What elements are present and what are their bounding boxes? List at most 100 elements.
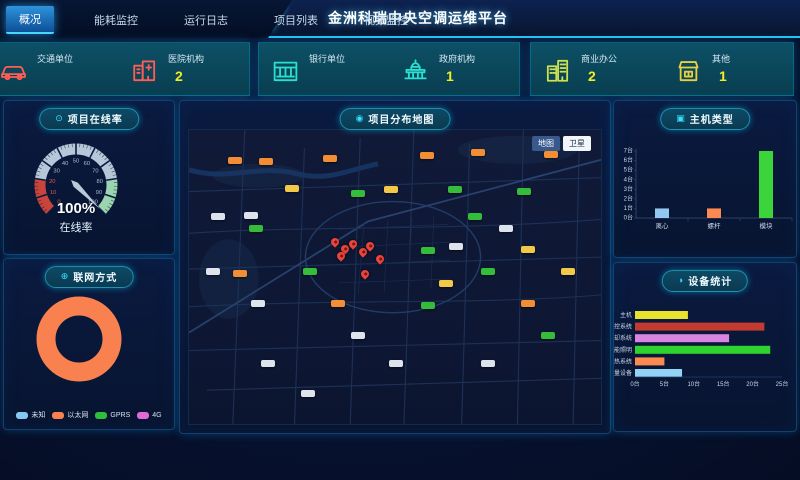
bar-智能照明: [635, 346, 770, 354]
map-marker[interactable]: [468, 213, 482, 220]
legend-label: 4G: [152, 412, 161, 419]
stat-value: 1: [712, 68, 730, 84]
tab-video-monitor[interactable]: 视频监控: [358, 7, 414, 33]
map-marker[interactable]: [521, 300, 535, 307]
map-marker[interactable]: [439, 280, 453, 287]
panel-header: ▣ 主机类型: [660, 108, 750, 130]
map-marker[interactable]: [544, 151, 558, 158]
map-marker[interactable]: [421, 247, 435, 254]
legend-item[interactable]: 未知: [16, 410, 45, 420]
stat-value: 2: [168, 68, 204, 84]
svg-text:冷却系统: 冷却系统: [614, 334, 632, 342]
nav-tabs: 概况 能耗监控 运行日志 项目列表 视频监控: [6, 6, 414, 34]
map-canvas[interactable]: 地图卫星: [188, 129, 602, 425]
map-marker[interactable]: [303, 268, 317, 275]
map-mode-button[interactable]: 地图: [532, 136, 560, 151]
map-marker[interactable]: [211, 213, 225, 220]
map-marker[interactable]: [517, 188, 531, 195]
svg-text:70: 70: [92, 168, 98, 174]
map-icon: ◉: [356, 114, 364, 123]
stat-value: 1: [439, 68, 475, 84]
map-marker[interactable]: [244, 212, 258, 219]
map-marker[interactable]: [233, 270, 247, 277]
map-marker[interactable]: [323, 155, 337, 162]
map-marker[interactable]: [448, 186, 462, 193]
svg-text:2台: 2台: [624, 194, 633, 202]
map-marker[interactable]: [561, 268, 575, 275]
bar-模块: [759, 151, 773, 218]
stat-item: 政府机构1: [389, 43, 519, 95]
map-marker[interactable]: [499, 225, 513, 232]
map-marker[interactable]: [301, 390, 315, 397]
svg-text:模块: 模块: [760, 221, 774, 230]
map-marker[interactable]: [471, 149, 485, 156]
map-marker[interactable]: [420, 152, 434, 159]
map-marker[interactable]: [521, 246, 535, 253]
stat-item: 交通单位: [0, 43, 118, 95]
map-marker[interactable]: [449, 243, 463, 250]
svg-text:6台: 6台: [624, 156, 633, 164]
panel-title: 联网方式: [73, 269, 117, 284]
legend-item[interactable]: 以太网: [52, 410, 88, 420]
map-marker[interactable]: [481, 268, 495, 275]
map-marker[interactable]: [249, 225, 263, 232]
svg-text:10台: 10台: [687, 380, 700, 388]
bar-温控系统: [635, 323, 764, 331]
map-marker[interactable]: [384, 186, 398, 193]
svg-text:20: 20: [49, 179, 55, 185]
map-marker[interactable]: [331, 300, 345, 307]
svg-text:60: 60: [84, 161, 90, 167]
svg-text:离心: 离心: [656, 221, 670, 230]
svg-text:0台: 0台: [630, 380, 639, 388]
car-icon: [0, 56, 28, 85]
svg-text:15台: 15台: [717, 380, 730, 388]
svg-text:20台: 20台: [746, 380, 759, 388]
legend-item[interactable]: 4G: [137, 410, 161, 420]
map-marker[interactable]: [228, 157, 242, 164]
map-marker[interactable]: [541, 332, 555, 339]
map-marker[interactable]: [285, 185, 299, 192]
svg-text:供热系统: 供热系统: [614, 357, 632, 365]
gauge-icon: ⊙: [55, 114, 63, 123]
map-marker[interactable]: [421, 302, 435, 309]
panel-device-stats: ◑ 设备统计 主机温控系统冷却系统智能照明供热系统计量设备0台5台10台15台2…: [613, 262, 797, 432]
map-marker[interactable]: [389, 360, 403, 367]
shop-icon: [674, 56, 703, 85]
svg-text:100%: 100%: [57, 200, 95, 217]
network-icon: ⊕: [61, 272, 69, 281]
legend-item[interactable]: GPRS: [95, 410, 130, 420]
tab-project-list[interactable]: 项目列表: [268, 7, 324, 33]
map-marker[interactable]: [351, 332, 365, 339]
tab-energy-monitor[interactable]: 能耗监控: [88, 7, 144, 33]
legend-label: 以太网: [67, 410, 88, 420]
satellite-mode-button[interactable]: 卫星: [563, 136, 591, 151]
bar-冷却系统: [635, 334, 729, 342]
map-marker[interactable]: [251, 300, 265, 307]
bank-icon: [271, 56, 300, 85]
bar-螺杆: [707, 208, 721, 218]
stat-label: 交通单位: [37, 52, 73, 65]
stat-item: 商业办公2: [531, 43, 662, 95]
stat-value: 2: [581, 68, 617, 84]
map-marker[interactable]: [481, 360, 495, 367]
svg-text:7台: 7台: [624, 147, 633, 155]
stat-label: 银行单位: [309, 52, 345, 65]
top-nav: 概况能耗监控运行日志项目列表视频监控 金洲科瑞中央空调运维平台: [0, 0, 800, 38]
tab-run-log[interactable]: 运行日志: [178, 7, 234, 33]
map-marker[interactable]: [206, 268, 220, 275]
svg-text:5台: 5台: [624, 166, 633, 174]
government-icon: [401, 56, 430, 85]
stat-item: 医院机构2: [118, 43, 249, 95]
bar-离心: [655, 208, 669, 218]
legend-label: 未知: [31, 410, 45, 420]
panel-network-type: ⊕ 联网方式 未知 以太网 GPRS 4G: [3, 258, 175, 430]
svg-text:1台: 1台: [624, 204, 633, 212]
panel-title: 项目分布地图: [368, 111, 434, 126]
map-marker[interactable]: [351, 190, 365, 197]
map-marker[interactable]: [261, 360, 275, 367]
legend-swatch: [137, 412, 149, 419]
tab-overview[interactable]: 概况: [6, 6, 54, 34]
stat-card-3: 商业办公2其他1: [530, 42, 794, 96]
map-marker[interactable]: [259, 158, 273, 165]
panel-online-rate: ⊙ 项目在线率 0102030405060708090100100%100%在线…: [3, 100, 175, 255]
